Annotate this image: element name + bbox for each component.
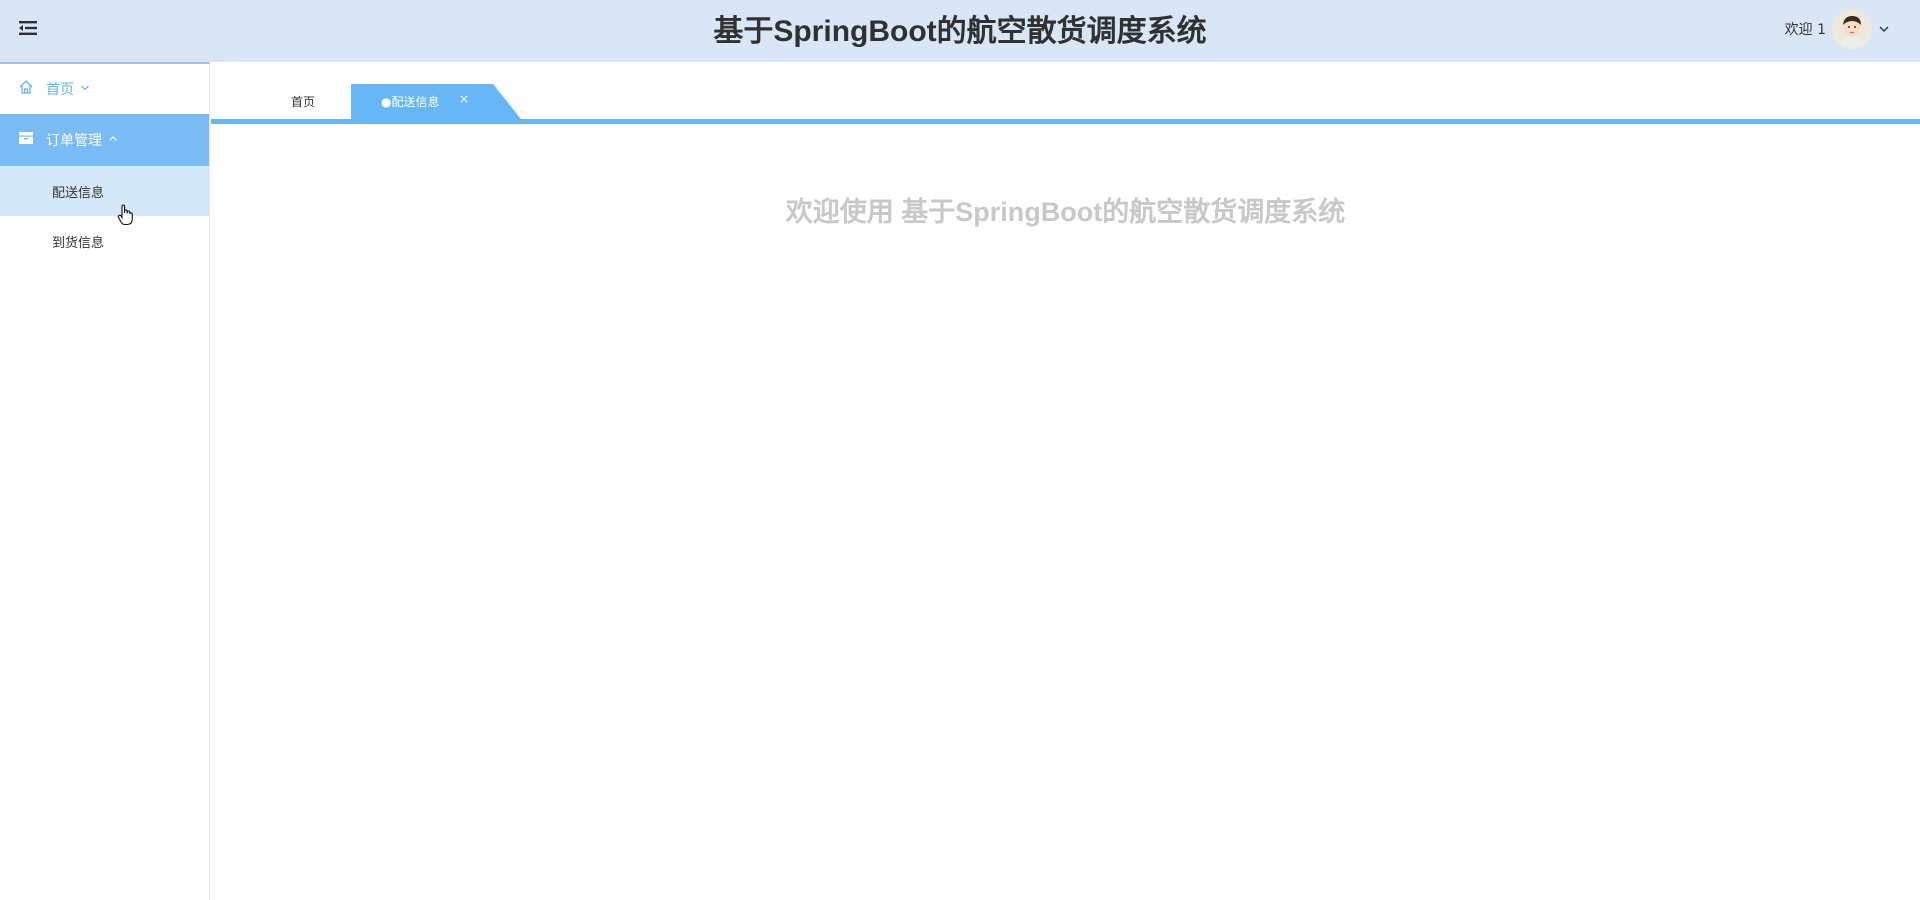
chevron-down-icon <box>80 81 90 97</box>
submenu-label: 配送信息 <box>52 185 105 201</box>
menu-toggle-icon[interactable] <box>18 18 38 38</box>
top-header: 基于SpringBoot的航空散货调度系统 欢迎 1 <box>0 0 1920 62</box>
hand-cursor-icon <box>117 204 135 230</box>
sidebar-item-arrival-info[interactable]: 到货信息 <box>0 216 209 266</box>
user-menu[interactable]: 欢迎 1 <box>1785 9 1890 49</box>
main-content: 首页 ●配送信息 × 欢迎使用 基于SpringBoot的航空散货调度系统 <box>211 62 1920 900</box>
tab-bar: 首页 ●配送信息 × <box>211 82 1920 124</box>
welcome-banner: 欢迎使用 基于SpringBoot的航空散货调度系统 <box>785 197 1346 227</box>
app-title: 基于SpringBoot的航空散货调度系统 <box>713 15 1207 48</box>
tab-home[interactable]: 首页 <box>291 84 351 119</box>
sidebar-item-home[interactable]: 首页 <box>0 64 209 114</box>
sidebar-item-label: 订单管理 <box>46 133 102 149</box>
tab-delivery-info[interactable]: ●配送信息 × <box>351 84 521 119</box>
sidebar-item-order-management[interactable]: 订单管理 <box>0 114 209 166</box>
chevron-up-icon <box>108 132 118 148</box>
sidebar-item-delivery-info[interactable]: 配送信息 <box>0 166 209 216</box>
archive-icon <box>18 130 34 150</box>
home-icon <box>18 79 34 99</box>
chevron-down-icon[interactable] <box>1878 20 1890 39</box>
tab-label: ●配送信息 <box>381 95 440 109</box>
close-icon[interactable]: × <box>459 84 469 117</box>
sidebar: 首页 订单管理 配送信息 到货信息 <box>0 62 210 900</box>
welcome-text: 欢迎 1 <box>1784 22 1826 38</box>
submenu-label: 到货信息 <box>52 235 105 251</box>
sidebar-item-label: 首页 <box>46 82 74 98</box>
avatar[interactable] <box>1832 9 1872 49</box>
